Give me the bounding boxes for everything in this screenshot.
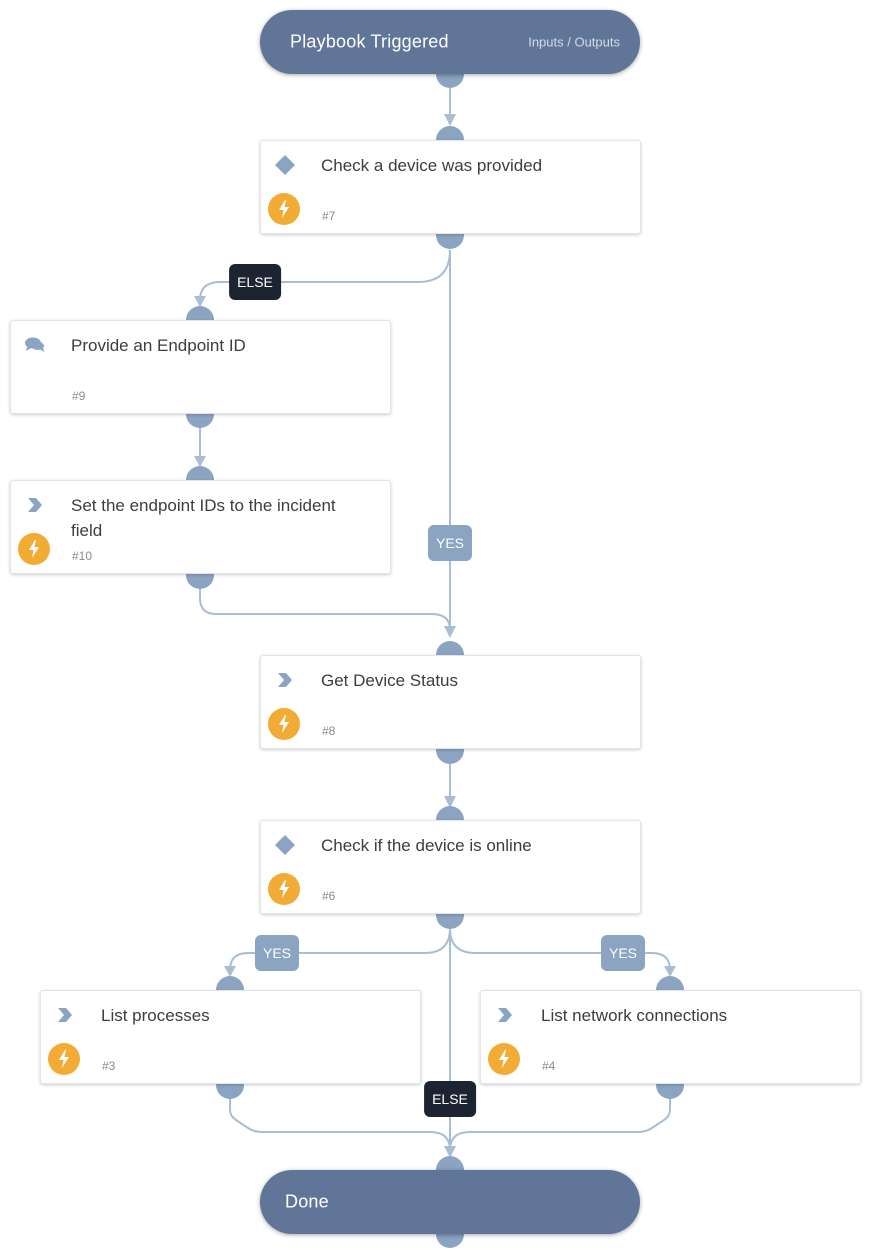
- automation-lightning-icon: [268, 193, 300, 225]
- task-number: #3: [102, 1059, 116, 1073]
- chevron-right-icon: [23, 495, 47, 515]
- edge-task6-else-to-done: [444, 928, 456, 1158]
- inputs-outputs-link[interactable]: Inputs / Outputs: [528, 35, 620, 50]
- edge-label-else[interactable]: ELSE: [424, 1081, 476, 1117]
- task-node-9[interactable]: Provide an Endpoint ID #9: [10, 320, 391, 414]
- edge-task10-to-task8: [199, 588, 451, 631]
- task-title: Set the endpoint IDs to the incident fie…: [71, 496, 336, 540]
- edge-start-to-task7: [444, 88, 456, 126]
- task-node-10[interactable]: Set the endpoint IDs to the incident fie…: [10, 480, 391, 574]
- start-node-title: Playbook Triggered: [290, 31, 449, 52]
- task-number: #8: [322, 724, 336, 738]
- edge-task9-to-task10: [194, 428, 206, 467]
- edge-task4-to-done: [449, 1098, 671, 1151]
- task-number: #7: [322, 209, 336, 223]
- task-node-6[interactable]: Check if the device is online #6: [260, 820, 641, 914]
- task-title: Get Device Status: [321, 671, 459, 690]
- conditional-diamond-icon: [273, 155, 297, 175]
- edge-task3-to-done: [229, 1098, 451, 1151]
- task-node-4[interactable]: List network connections #4: [480, 990, 861, 1084]
- chevron-right-icon: [53, 1005, 77, 1025]
- task-node-8[interactable]: Get Device Status #8: [260, 655, 641, 749]
- task-node-7[interactable]: Check a device was provided #7: [260, 140, 641, 234]
- start-node[interactable]: Playbook Triggered Inputs / Outputs: [260, 10, 640, 74]
- task-number: #9: [72, 389, 86, 403]
- edge-label-else[interactable]: ELSE: [229, 264, 281, 300]
- edge-label-yes[interactable]: YES: [600, 935, 646, 971]
- task-node-3[interactable]: List processes #3: [40, 990, 421, 1084]
- task-number: #4: [542, 1059, 556, 1073]
- edge-task7-yes-to-task8: [444, 250, 456, 638]
- task-number: #10: [72, 549, 93, 563]
- automation-lightning-icon: [268, 873, 300, 905]
- automation-lightning-icon: [18, 533, 50, 565]
- edge-task8-to-task6: [444, 762, 456, 808]
- edge-label-yes[interactable]: YES: [427, 525, 473, 561]
- automation-lightning-icon: [488, 1043, 520, 1075]
- automation-lightning-icon: [48, 1043, 80, 1075]
- conditional-diamond-icon: [273, 835, 297, 855]
- task-number: #6: [322, 889, 336, 903]
- chevron-right-icon: [273, 670, 297, 690]
- task-title: Provide an Endpoint ID: [71, 336, 246, 355]
- task-title: List processes: [101, 1006, 210, 1025]
- done-node-title: Done: [285, 1191, 329, 1212]
- task-title: Check a device was provided: [321, 156, 543, 175]
- edge-label-yes[interactable]: YES: [254, 935, 300, 971]
- task-title: List network connections: [541, 1006, 728, 1025]
- task-title: Check if the device is online: [321, 836, 532, 855]
- chat-bubbles-icon: [23, 335, 47, 355]
- done-node[interactable]: Done: [260, 1170, 640, 1234]
- chevron-right-icon: [493, 1005, 517, 1025]
- automation-lightning-icon: [268, 708, 300, 740]
